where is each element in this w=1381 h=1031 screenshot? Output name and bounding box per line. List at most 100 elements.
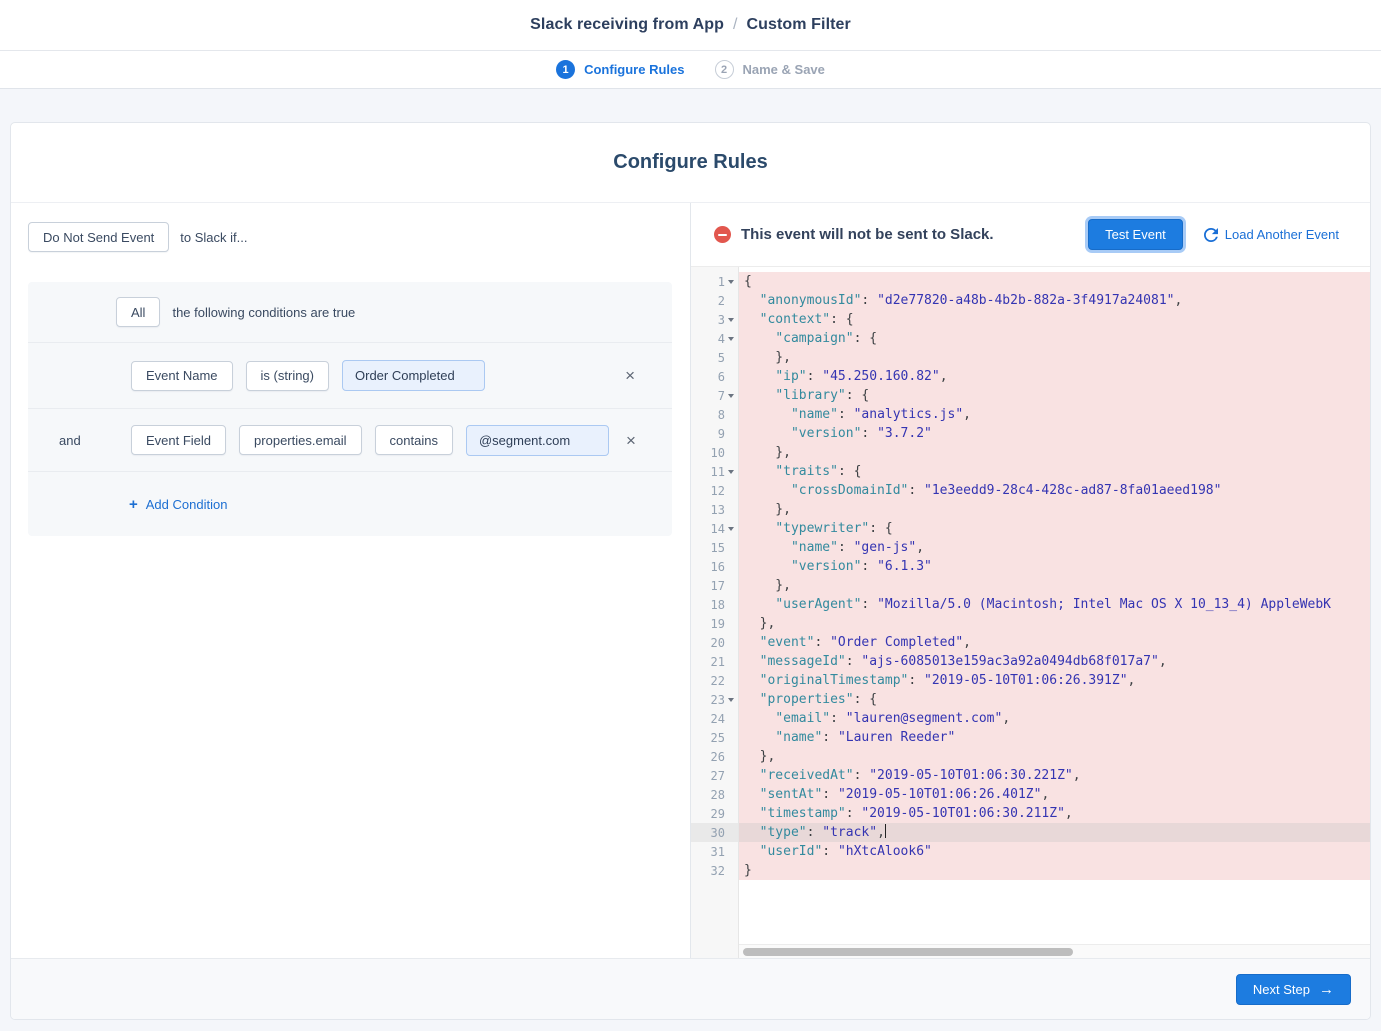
code-line[interactable]: "userAgent": "Mozilla/5.0 (Macintosh; In…	[739, 595, 1370, 614]
code-line[interactable]: "userId": "hXtcAlook6"	[739, 842, 1370, 861]
code-line[interactable]: "originalTimestamp": "2019-05-10T01:06:2…	[739, 671, 1370, 690]
fold-spacer	[725, 481, 738, 500]
fold-spacer	[725, 614, 738, 633]
line-number: 13	[691, 500, 738, 519]
condition-1-value-input[interactable]	[342, 360, 485, 391]
step-1-circle: 1	[556, 60, 575, 79]
condition-2-property-dropdown[interactable]: properties.email	[239, 425, 362, 455]
code-line[interactable]: },	[739, 747, 1370, 766]
code-line[interactable]: "event": "Order Completed",	[739, 633, 1370, 652]
code-line[interactable]: },	[739, 576, 1370, 595]
condition-2-operator-dropdown[interactable]: contains	[375, 425, 453, 455]
code-line[interactable]: "traits": {	[739, 462, 1370, 481]
horizontal-scrollbar-thumb[interactable]	[743, 948, 1073, 956]
top-header: Slack receiving from App / Custom Filter	[0, 0, 1381, 51]
code-line[interactable]: },	[739, 348, 1370, 367]
no-entry-icon	[714, 226, 731, 243]
code-line[interactable]: "name": "Lauren Reeder"	[739, 728, 1370, 747]
refresh-icon	[1204, 228, 1218, 242]
condition-2-field-dropdown[interactable]: Event Field	[131, 425, 226, 455]
condition-2-conjunction: and	[59, 433, 118, 448]
code-line[interactable]: },	[739, 443, 1370, 462]
line-number: 26	[691, 747, 738, 766]
fold-arrow-icon[interactable]	[725, 310, 738, 329]
code-line[interactable]: {	[739, 272, 1370, 291]
condition-row-2: and Event Field properties.email contain…	[28, 408, 672, 471]
next-step-button[interactable]: Next Step →	[1236, 974, 1351, 1005]
code-line[interactable]: "type": "track",	[739, 823, 1370, 842]
line-number: 27	[691, 766, 738, 785]
code-line[interactable]: "context": {	[739, 310, 1370, 329]
code-line[interactable]: },	[739, 614, 1370, 633]
step-bar: 1 Configure Rules 2 Name & Save	[0, 51, 1381, 89]
add-condition-label: Add Condition	[146, 497, 228, 512]
code-line[interactable]: "properties": {	[739, 690, 1370, 709]
page-background: Configure Rules Do Not Send Event to Sla…	[0, 89, 1381, 1031]
line-number: 12	[691, 481, 738, 500]
code-line[interactable]: "library": {	[739, 386, 1370, 405]
rules-builder-panel: Do Not Send Event to Slack if... All the…	[11, 203, 691, 958]
line-number: 1	[691, 272, 738, 291]
fold-arrow-icon[interactable]	[725, 690, 738, 709]
code-line[interactable]: "name": "gen-js",	[739, 538, 1370, 557]
code-line[interactable]: "email": "lauren@segment.com",	[739, 709, 1370, 728]
fold-arrow-icon[interactable]	[725, 386, 738, 405]
code-line[interactable]: "receivedAt": "2019-05-10T01:06:30.221Z"…	[739, 766, 1370, 785]
step-name-and-save[interactable]: 2 Name & Save	[715, 60, 825, 79]
code-line[interactable]: "name": "analytics.js",	[739, 405, 1370, 424]
event-preview-panel: This event will not be sent to Slack. Te…	[691, 203, 1370, 958]
editor-code[interactable]: { "anonymousId": "d2e77820-a48b-4b2b-882…	[739, 267, 1370, 958]
fold-arrow-icon[interactable]	[725, 272, 738, 291]
fold-spacer	[725, 842, 738, 861]
add-condition-button[interactable]: + Add Condition	[129, 496, 227, 513]
line-number: 11	[691, 462, 738, 481]
line-number: 2	[691, 291, 738, 310]
line-number: 9	[691, 424, 738, 443]
code-line[interactable]: "version": "3.7.2"	[739, 424, 1370, 443]
fold-arrow-icon[interactable]	[725, 462, 738, 481]
fold-spacer	[725, 595, 738, 614]
filter-action-row: Do Not Send Event to Slack if...	[28, 222, 672, 252]
filter-action-dropdown[interactable]: Do Not Send Event	[28, 222, 169, 252]
fold-spacer	[725, 500, 738, 519]
code-line[interactable]: "typewriter": {	[739, 519, 1370, 538]
test-event-button[interactable]: Test Event	[1088, 219, 1183, 250]
line-number: 6	[691, 367, 738, 386]
code-line[interactable]: },	[739, 500, 1370, 519]
condition-1-remove-icon[interactable]: ×	[621, 363, 639, 388]
load-another-event-link[interactable]: Load Another Event	[1204, 227, 1339, 242]
step-configure-rules[interactable]: 1 Configure Rules	[556, 60, 684, 79]
condition-2-value-input[interactable]	[466, 425, 609, 456]
code-line[interactable]: "crossDomainId": "1e3eedd9-28c4-428c-ad8…	[739, 481, 1370, 500]
text-cursor	[885, 824, 886, 838]
code-line[interactable]: "campaign": {	[739, 329, 1370, 348]
code-line[interactable]: }	[739, 861, 1370, 880]
fold-spacer	[725, 709, 738, 728]
step-2-label: Name & Save	[743, 62, 825, 77]
fold-spacer	[725, 291, 738, 310]
fold-spacer	[725, 652, 738, 671]
code-line[interactable]: "timestamp": "2019-05-10T01:06:30.211Z",	[739, 804, 1370, 823]
fold-spacer	[725, 367, 738, 386]
code-line[interactable]: "version": "6.1.3"	[739, 557, 1370, 576]
condition-2-remove-icon[interactable]: ×	[622, 428, 640, 453]
fold-arrow-icon[interactable]	[725, 329, 738, 348]
card-footer: Next Step →	[11, 958, 1370, 1019]
match-type-dropdown[interactable]: All	[116, 297, 160, 327]
line-number: 14	[691, 519, 738, 538]
code-line[interactable]: "anonymousId": "d2e77820-a48b-4b2b-882a-…	[739, 291, 1370, 310]
arrow-right-icon: →	[1319, 982, 1334, 997]
fold-arrow-icon[interactable]	[725, 519, 738, 538]
fold-spacer	[725, 576, 738, 595]
code-line[interactable]: "ip": "45.250.160.82",	[739, 367, 1370, 386]
line-number: 4	[691, 329, 738, 348]
code-line[interactable]: "sentAt": "2019-05-10T01:06:26.401Z",	[739, 785, 1370, 804]
fold-spacer	[725, 747, 738, 766]
line-number: 21	[691, 652, 738, 671]
condition-1-field-dropdown[interactable]: Event Name	[131, 361, 233, 391]
code-line[interactable]: "messageId": "ajs-6085013e159ac3a92a0494…	[739, 652, 1370, 671]
breadcrumb-secondary: Custom Filter	[746, 16, 850, 34]
condition-1-operator-dropdown[interactable]: is (string)	[246, 361, 329, 391]
fold-spacer	[725, 823, 738, 842]
json-code-editor[interactable]: 1234567891011121314151617181920212223242…	[691, 266, 1370, 958]
